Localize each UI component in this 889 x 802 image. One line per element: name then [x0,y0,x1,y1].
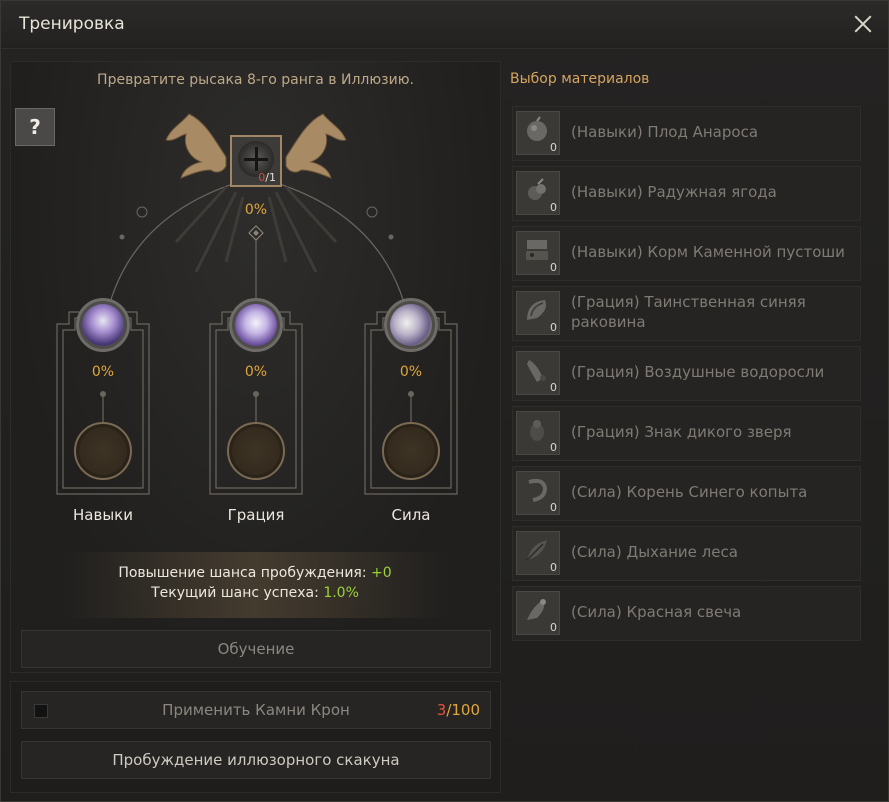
material-qty: 0 [550,561,557,574]
material-qty: 0 [550,141,557,154]
material-item[interactable]: 0 (Грация) Знак дикого зверя [512,406,861,461]
awaken-panel: Применить Камни Крон 3/100 Пробуждение и… [10,681,501,793]
material-qty: 0 [550,621,557,634]
material-icon-box: 0 [516,111,560,155]
success-chance-label: Текущий шанс успеха: [151,585,319,601]
skill-label: Навыки [73,506,133,524]
material-qty: 0 [550,321,557,334]
slot-count: 0/1 [258,171,276,184]
close-icon[interactable] [850,11,876,37]
root-icon [528,478,548,502]
training-panel: Превратите рысака 8-го ранга в Иллюзию. … [10,61,501,673]
material-name: (Навыки) Плод Анароса [571,123,759,141]
material-icon-box: 0 [516,291,560,335]
train-button[interactable]: Обучение [21,630,491,668]
training-window: Тренировка Превратите рысака 8-го ранга … [0,0,889,802]
material-name: (Сила) Корень Синего копыта [571,483,808,501]
material-name: (Сила) Красная свеча [571,603,742,621]
material-item[interactable]: 0 (Грация) Воздушные водоросли [512,346,861,401]
material-name: (Грация) Знак дикого зверя [571,423,792,441]
power-chance: 0% [399,364,423,380]
crone-stones-max: /100 [446,701,480,719]
power-label: Сила [391,506,431,524]
shell-icon [527,300,546,320]
material-name: (Грация) Таинственная синяя раковина [571,293,806,331]
awaken-bonus-value: +0 [371,565,392,581]
material-icon-box: 0 [516,591,560,635]
power-horse-icon [390,304,432,346]
material-item[interactable]: 0 (Сила) Красная свеча [512,586,861,641]
material-item[interactable]: 0 (Навыки) Плод Анароса [512,106,861,161]
crone-stones-count: 3/100 [437,701,480,719]
material-icon-box: 0 [516,171,560,215]
material-item[interactable]: 0 (Грация) Таинственная синяя раковина [512,286,861,341]
material-qty: 0 [550,201,557,214]
material-name: (Грация) Воздушные водоросли [571,363,825,381]
awaken-horse-button[interactable]: Пробуждение иллюзорного скакуна [21,741,491,779]
material-icon-box: 0 [516,471,560,515]
skill-horse-portrait [76,298,130,352]
material-qty: 0 [550,501,557,514]
title-bar: Тренировка [1,1,888,49]
candle-icon [527,599,546,620]
grace-horse-portrait [229,298,283,352]
center-chance: 0% [244,202,268,218]
leaf-icon [526,540,547,561]
feed-icon [526,240,548,260]
power-horse-portrait [384,298,438,352]
material-icon-box: 0 [516,531,560,575]
material-name: (Навыки) Радужная ягода [571,183,777,201]
material-icon-box: 0 [516,231,560,275]
seaweed-icon [527,360,546,382]
grace-horse-icon [235,304,277,346]
material-item[interactable]: 0 (Сила) Корень Синего копыта [512,466,861,521]
material-name: (Сила) Дыхание леса [571,543,738,561]
grace-material-slot[interactable] [227,422,285,480]
beast-mark-icon [530,420,544,441]
success-chance-line: Текущий шанс успеха: 1.0% [60,585,450,601]
berry-icon [528,178,546,200]
awaken-bonus-line: Повышение шанса пробуждения: +0 [60,565,450,581]
material-icon-box: 0 [516,351,560,395]
material-qty: 0 [550,381,557,394]
skill-material-slot[interactable] [74,422,132,480]
material-qty: 0 [550,441,557,454]
fruit-icon [527,116,547,141]
material-qty: 0 [550,261,557,274]
chance-summary: Повышение шанса пробуждения: +0 Текущий … [60,552,450,618]
crone-stones-label: Применить Камни Крон [162,701,350,719]
crone-stones-current: 3 [436,701,447,719]
skill-horse-icon [82,304,124,346]
material-name: (Навыки) Корм Каменной пустоши [571,243,845,261]
material-item[interactable]: 0 (Навыки) Радужная ягода [512,166,861,221]
center-horse-slot[interactable]: 0/1 [230,135,282,187]
success-chance-value: 1.0% [323,585,359,601]
awaken-bonus-label: Повышение шанса пробуждения: [118,565,367,581]
material-item[interactable]: 0 (Сила) Дыхание леса [512,526,861,581]
grace-chance: 0% [244,364,268,380]
material-item[interactable]: 0 (Навыки) Корм Каменной пустоши [512,226,861,281]
materials-title: Выбор материалов [510,71,650,87]
grace-label: Грация [227,506,285,524]
material-icon-box: 0 [516,411,560,455]
power-material-slot[interactable] [382,422,440,480]
window-title: Тренировка [19,14,125,34]
crone-stones-row[interactable]: Применить Камни Крон 3/100 [21,691,491,729]
slot-count-required: /1 [265,171,276,184]
skill-chance: 0% [91,364,115,380]
